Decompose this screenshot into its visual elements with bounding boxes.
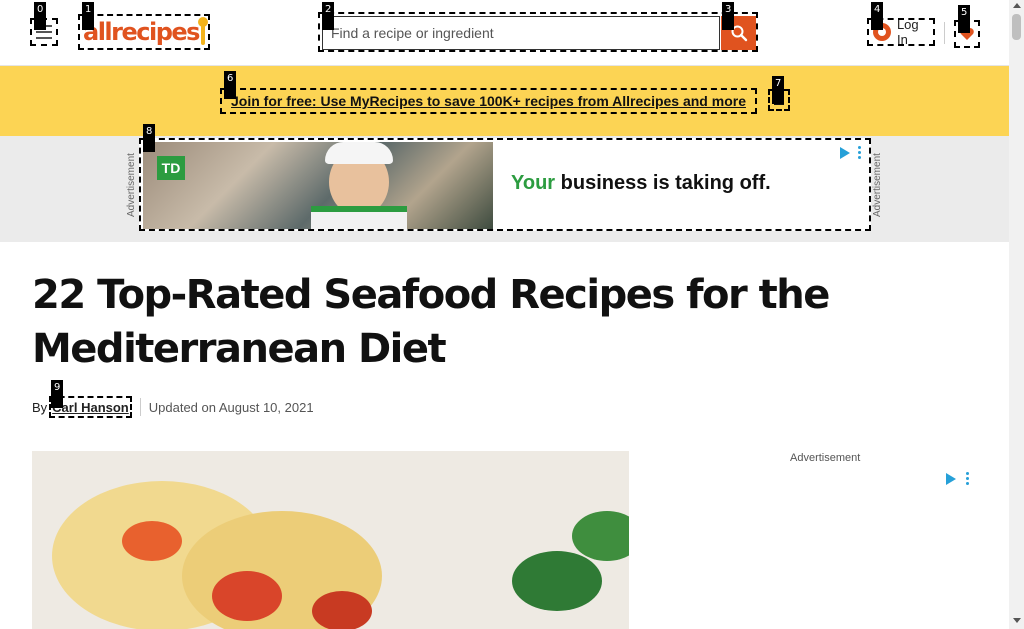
article-title: 22 Top-Rated Seafood Recipes for the Med… <box>32 272 830 372</box>
ad-label-left: Advertisement <box>126 153 137 217</box>
logo-spoon-icon <box>197 17 208 45</box>
index-marker: 3 <box>722 2 735 30</box>
menu-bar <box>36 31 52 33</box>
hero-image <box>32 451 629 629</box>
byline: By Carl Hanson Updated on August 10, 202… <box>32 396 314 418</box>
side-ad-label: Advertisement <box>790 452 861 464</box>
side-ad-choices[interactable] <box>946 472 969 485</box>
hero-herb <box>572 511 629 561</box>
scroll-down-arrow-icon[interactable] <box>1013 618 1021 623</box>
index-marker: 1 <box>82 2 95 30</box>
ad-label-right: Advertisement <box>872 153 883 217</box>
index-marker: 4 <box>871 2 884 30</box>
ad-photo-hat <box>325 142 393 164</box>
index-marker: 7 <box>772 76 785 104</box>
search-input[interactable] <box>322 16 720 50</box>
index-marker: 6 <box>224 71 237 99</box>
site-header: 0 allrecipes 1 2 3 Log In 4 <box>0 0 1009 66</box>
byline-divider <box>139 398 141 416</box>
ad-choices-icon <box>840 146 850 159</box>
td-logo: TD <box>157 156 185 180</box>
kebab-menu-icon <box>858 146 861 159</box>
ad-headline: Your business is taking off. <box>511 172 771 195</box>
hero-herb <box>512 551 602 611</box>
scroll-thumb[interactable] <box>1012 14 1021 40</box>
index-marker: 9 <box>51 380 64 408</box>
promo-join-link[interactable]: Join for free: Use MyRecipes to save 100… <box>220 88 757 114</box>
allrecipes-logo[interactable]: allrecipes <box>78 14 210 50</box>
hero-tomato <box>312 591 372 629</box>
hero-shrimp <box>212 571 282 621</box>
ad-headline-rest: business is taking off. <box>555 172 771 194</box>
ad-photo: TD <box>143 142 493 229</box>
updated-date: Updated on August 10, 2021 <box>148 399 314 415</box>
page-scrollbar[interactable] <box>1009 0 1024 629</box>
index-marker: 2 <box>322 2 335 30</box>
page: 0 allrecipes 1 2 3 Log In 4 <box>0 0 1009 629</box>
login-label: Log In <box>896 17 919 47</box>
kebab-menu-icon <box>966 472 969 485</box>
header-divider <box>944 22 945 44</box>
scroll-up-arrow-icon[interactable] <box>1013 3 1021 8</box>
ad-choices[interactable] <box>840 146 861 159</box>
index-marker: 5 <box>958 5 971 33</box>
logo-text: allrecipes <box>83 18 200 46</box>
banner-ad[interactable]: TD Your business is taking off. <box>139 138 871 231</box>
search-bar <box>318 12 758 52</box>
ad-headline-accent: Your <box>511 172 556 194</box>
ad-photo-shirt <box>311 206 407 229</box>
index-marker: 0 <box>34 2 47 30</box>
ad-choices-icon <box>946 472 956 485</box>
menu-bar <box>36 37 52 39</box>
byline-prefix: By <box>32 399 48 415</box>
index-marker: 8 <box>143 124 156 152</box>
hero-shrimp <box>122 521 182 561</box>
